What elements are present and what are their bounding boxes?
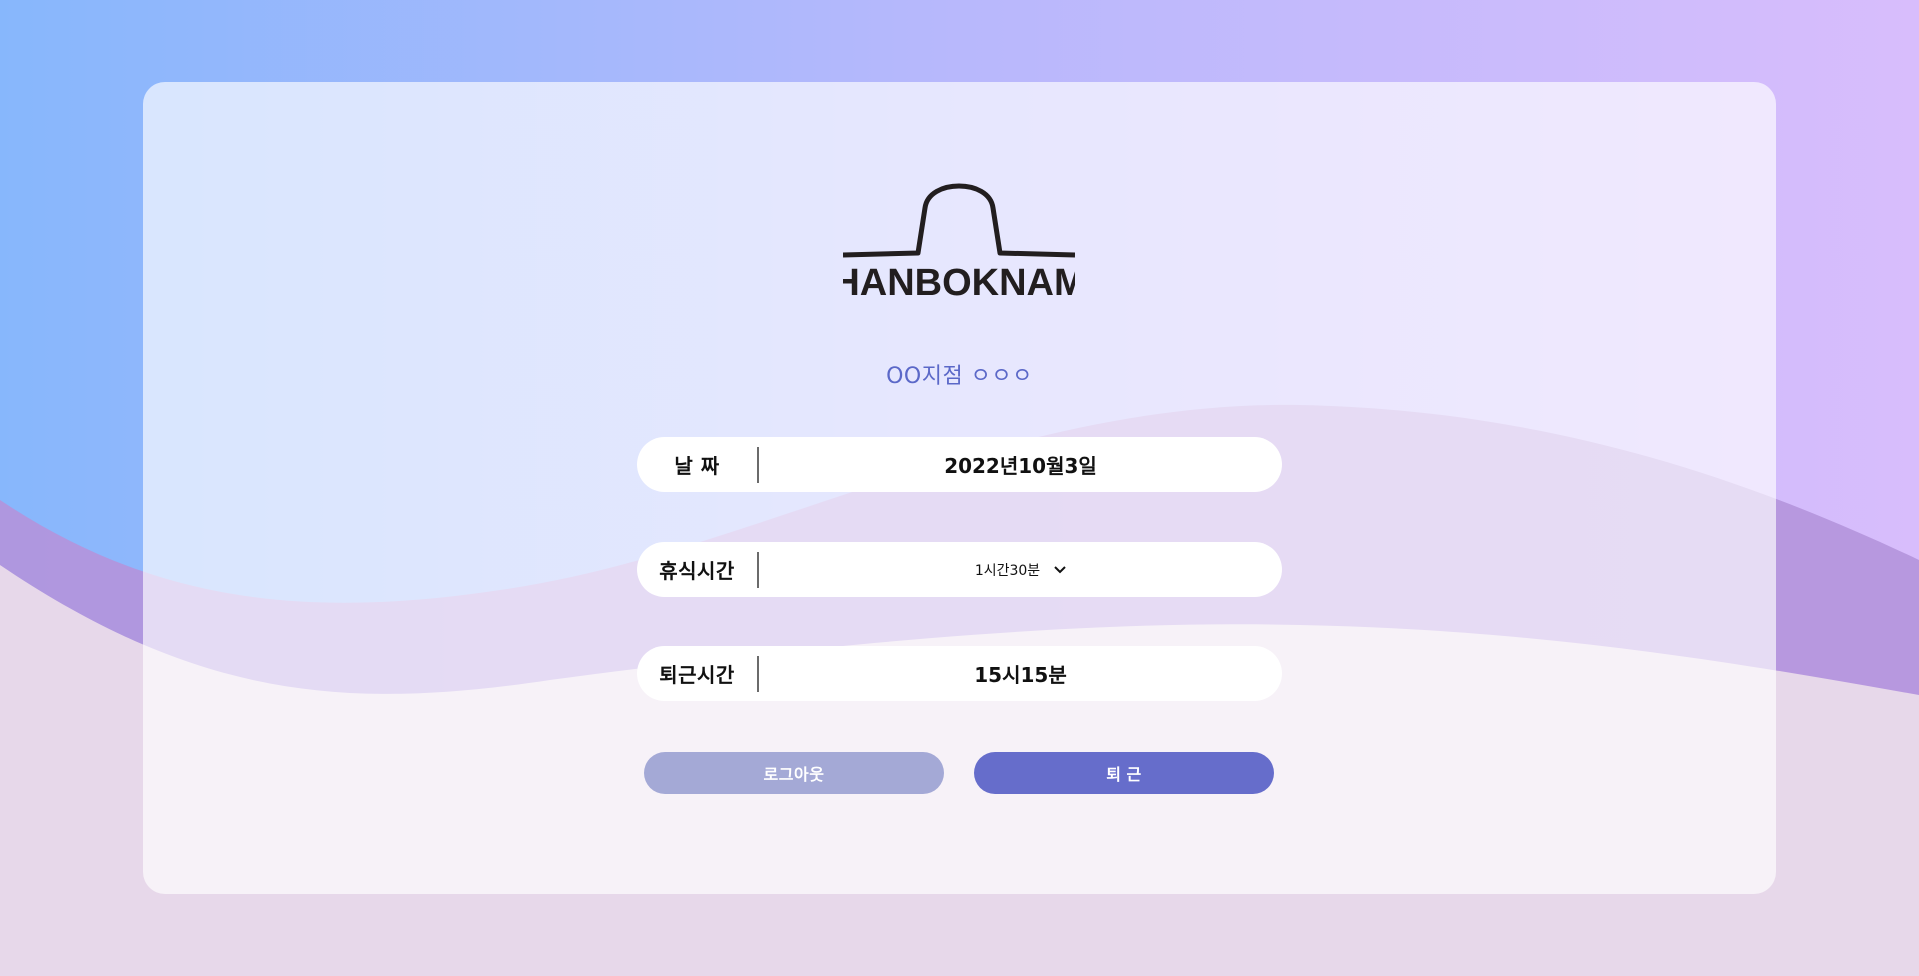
branch-label: OO지점 ㅇㅇㅇ <box>886 364 1033 389</box>
page-background: HANBOKNAM OO지점 ㅇㅇㅇ 날 짜 2022년10월3일 휴식시간 1… <box>0 0 1919 976</box>
leave-time-field: 퇴근시간 15시15분 <box>637 646 1282 701</box>
break-time-label: 휴식시간 <box>659 559 735 583</box>
leave-time-label: 퇴근시간 <box>659 663 735 687</box>
break-time-field: 휴식시간 1시간30분 <box>637 542 1282 597</box>
clock-out-button[interactable]: 퇴 근 <box>974 752 1274 794</box>
date-label: 날 짜 <box>674 454 720 478</box>
leave-time-value: 15시15분 <box>974 663 1067 687</box>
date-field: 날 짜 2022년10월3일 <box>637 437 1282 492</box>
break-time-select[interactable]: 1시간30분 <box>759 560 1282 580</box>
break-time-selected-value: 1시간30분 <box>974 562 1041 579</box>
date-value: 2022년10월3일 <box>944 454 1097 478</box>
chevron-down-icon <box>1054 565 1066 574</box>
hanboknam-logo: HANBOKNAM <box>843 183 1075 303</box>
brand-name: HANBOKNAM <box>843 262 1075 303</box>
logout-button[interactable]: 로그아웃 <box>644 752 944 794</box>
